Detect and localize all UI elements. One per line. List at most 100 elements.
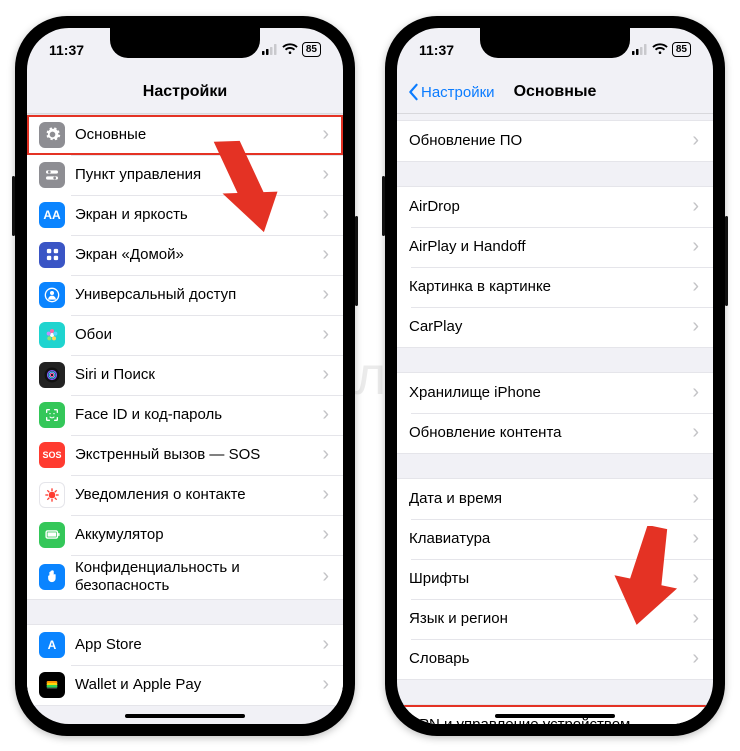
row-label: App Store	[75, 636, 322, 654]
chevron-right-icon: ›	[692, 275, 699, 298]
chevron-right-icon: ›	[322, 673, 329, 696]
row-экстренный-вызов-sos[interactable]: SOS Экстренный вызов — SOS›	[27, 435, 343, 475]
virus-icon	[39, 482, 65, 508]
signal-icon	[262, 42, 278, 58]
chevron-right-icon: ›	[692, 527, 699, 550]
row-airdrop[interactable]: AirDrop›	[397, 187, 713, 227]
chevron-right-icon: ›	[692, 381, 699, 404]
row-универсальный-доступ[interactable]: Универсальный доступ›	[27, 275, 343, 315]
page-title: Основные	[514, 83, 597, 101]
switches-icon	[39, 162, 65, 188]
chevron-right-icon: ›	[692, 567, 699, 590]
chevron-right-icon: ›	[692, 607, 699, 630]
battery-icon: 85	[302, 42, 321, 57]
row-label: Обои	[75, 326, 322, 344]
notch	[480, 28, 630, 58]
row-label: Face ID и код-пароль	[75, 406, 322, 424]
grid-icon	[39, 242, 65, 268]
chevron-right-icon: ›	[322, 633, 329, 656]
chevron-right-icon: ›	[692, 647, 699, 670]
wallet-icon	[39, 672, 65, 698]
status-time: 11:37	[419, 42, 454, 58]
chevron-right-icon: ›	[322, 203, 329, 226]
SOS-icon: SOS	[39, 442, 65, 468]
chevron-right-icon: ›	[322, 523, 329, 546]
A-icon: A	[39, 632, 65, 658]
row-label: Конфиденциальность и безопасность	[75, 559, 322, 595]
chevron-right-icon: ›	[692, 195, 699, 218]
settings-list[interactable]: Основные›Пункт управления›AAЭкран и ярко…	[27, 114, 343, 724]
chevron-right-icon: ›	[322, 363, 329, 386]
notch	[110, 28, 260, 58]
home-indicator	[495, 714, 615, 718]
row-label: AirDrop	[409, 198, 692, 216]
row-label: Обновление контента	[409, 424, 692, 442]
row-экран-домой-[interactable]: Экран «Домой»›	[27, 235, 343, 275]
row-label: Siri и Поиск	[75, 366, 322, 384]
chevron-right-icon: ›	[322, 565, 329, 588]
row-siri-и-поиск[interactable]: Siri и Поиск›	[27, 355, 343, 395]
chevron-right-icon: ›	[322, 403, 329, 426]
back-label: Настройки	[421, 84, 495, 101]
row-обновление-контента[interactable]: Обновление контента›	[397, 413, 713, 453]
nav-bar: Настройки	[27, 72, 343, 114]
row-экран-и-яркость[interactable]: AAЭкран и яркость›	[27, 195, 343, 235]
chevron-right-icon: ›	[322, 283, 329, 306]
chevron-right-icon: ›	[692, 487, 699, 510]
chevron-right-icon: ›	[692, 315, 699, 338]
row-label: Обновление ПО	[409, 132, 692, 150]
phone-left: 11:37 85 Настройки Основные›Пункт управл…	[15, 16, 355, 736]
row-обои[interactable]: Обои›	[27, 315, 343, 355]
row-label: Словарь	[409, 650, 692, 668]
chevron-right-icon: ›	[322, 323, 329, 346]
annotation-arrow	[607, 526, 687, 630]
chevron-right-icon: ›	[322, 123, 329, 146]
chevron-right-icon: ›	[322, 483, 329, 506]
row-словарь[interactable]: Словарь›	[397, 639, 713, 679]
row-airplay-и-handoff[interactable]: AirPlay и Handoff›	[397, 227, 713, 267]
row-label: Универсальный доступ	[75, 286, 322, 304]
row-face-id-и-код-пароль[interactable]: Face ID и код-пароль›	[27, 395, 343, 435]
row-label: Аккумулятор	[75, 526, 322, 544]
general-list[interactable]: Обновление ПО›AirDrop›AirPlay и Handoff›…	[397, 114, 713, 724]
row-аккумулятор[interactable]: Аккумулятор›	[27, 515, 343, 555]
status-time: 11:37	[49, 42, 84, 58]
row-пункт-управления[interactable]: Пункт управления›	[27, 155, 343, 195]
row-label: Хранилище iPhone	[409, 384, 692, 402]
row-хранилище-iphone[interactable]: Хранилище iPhone›	[397, 373, 713, 413]
row-label: Wallet и Apple Pay	[75, 676, 322, 694]
row-label: CarPlay	[409, 318, 692, 336]
row-app-store[interactable]: A App Store›	[27, 625, 343, 665]
row-wallet-и-apple-pay[interactable]: Wallet и Apple Pay›	[27, 665, 343, 705]
chevron-right-icon: ›	[692, 235, 699, 258]
signal-icon	[632, 42, 648, 58]
chevron-right-icon: ›	[322, 443, 329, 466]
row-дата-и-время[interactable]: Дата и время›	[397, 479, 713, 519]
page-title: Настройки	[143, 83, 227, 101]
row-label: Экстренный вызов — SOS	[75, 446, 322, 464]
phone-right: 11:37 85 Настройки Основные	[385, 16, 725, 736]
chevron-right-icon: ›	[692, 129, 699, 152]
nav-bar: Настройки Основные	[397, 72, 713, 114]
battery-icon: 85	[672, 42, 691, 57]
row-label: Уведомления о контакте	[75, 486, 322, 504]
home-indicator	[125, 714, 245, 718]
chevron-right-icon: ›	[322, 163, 329, 186]
row-картинка-в-картинке[interactable]: Картинка в картинке›	[397, 267, 713, 307]
row-label: Картинка в картинке	[409, 278, 692, 296]
chevron-right-icon: ›	[692, 713, 699, 724]
row-label: AirPlay и Handoff	[409, 238, 692, 256]
back-button[interactable]: Настройки	[407, 72, 495, 113]
hand-icon	[39, 564, 65, 590]
wifi-icon	[282, 42, 298, 58]
batt-icon	[39, 522, 65, 548]
annotation-arrow	[197, 123, 287, 237]
row-carplay[interactable]: CarPlay›	[397, 307, 713, 347]
row-обновление-по[interactable]: Обновление ПО›	[397, 121, 713, 161]
chevron-right-icon: ›	[322, 243, 329, 266]
row-основные[interactable]: Основные›	[27, 115, 343, 155]
row-label: Дата и время	[409, 490, 692, 508]
row-уведомления-о-контакте[interactable]: Уведомления о контакте›	[27, 475, 343, 515]
AA-icon: AA	[39, 202, 65, 228]
row-конфиденциальность-и-безопасность[interactable]: Конфиденциальность и безопасность›	[27, 555, 343, 599]
